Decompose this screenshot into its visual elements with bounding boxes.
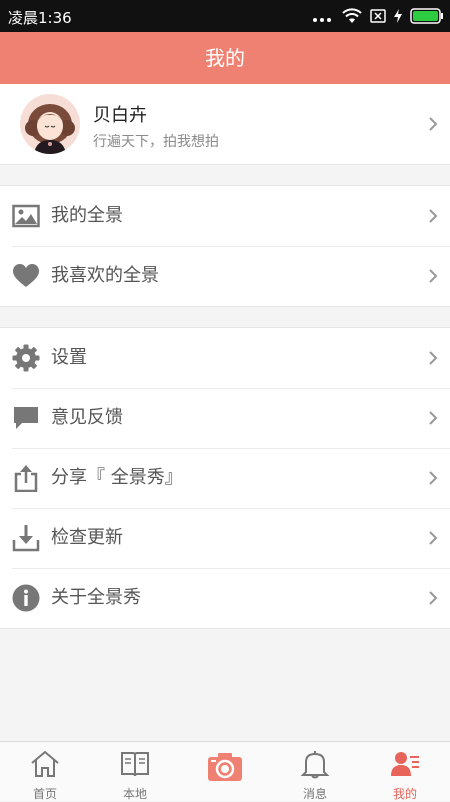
menu-item-my-panoramas[interactable]: 我的全景 [0, 186, 450, 246]
tab-home[interactable]: 首页 [0, 742, 90, 801]
page-title: 我的 [0, 32, 450, 84]
menu-item-label: 检查更新 [51, 527, 123, 548]
chat-icon [14, 407, 38, 429]
profile-signature: 行遍天下，拍我想拍 [93, 134, 219, 150]
battery-icon [410, 8, 443, 24]
menu-item-liked-panoramas[interactable]: 我喜欢的全景 [0, 246, 450, 306]
tab-label: 本地 [122, 787, 147, 801]
tab-camera[interactable] [180, 742, 270, 801]
menu-group-app: 设置 意见反馈 分享『 全景秀』 检查更新 关于全景秀 [0, 327, 450, 629]
tab-local[interactable]: 本地 [90, 742, 180, 801]
share-icon [14, 465, 38, 492]
menu-item-label: 分享『 全景秀』 [51, 467, 183, 488]
chevron-right-icon [429, 269, 438, 283]
bottom-tab-bar: 首页 本地 消息 我的 [0, 741, 450, 801]
tab-mine[interactable]: 我的 [360, 742, 450, 801]
bell-icon [300, 751, 330, 779]
menu-item-settings[interactable]: 设置 [0, 328, 450, 388]
profile-icon [391, 752, 419, 776]
tab-label: 首页 [32, 787, 57, 801]
avatar[interactable] [20, 94, 80, 154]
menu-item-share[interactable]: 分享『 全景秀』 [0, 448, 450, 508]
profile-name: 贝白卉 [93, 105, 147, 126]
no-sim-icon [370, 9, 386, 23]
menu-item-label: 关于全景秀 [51, 587, 141, 608]
chevron-right-icon [429, 591, 438, 605]
home-icon [31, 750, 59, 777]
chevron-right-icon [429, 531, 438, 545]
tab-label: 我的 [392, 787, 417, 801]
menu-group-gallery: 我的全景 我喜欢的全景 [0, 185, 450, 307]
heart-icon [13, 264, 39, 287]
chevron-right-icon [429, 209, 438, 223]
tab-messages[interactable]: 消息 [270, 742, 360, 801]
status-time: 凌晨1:36 [8, 9, 72, 27]
tab-label: 消息 [302, 787, 327, 801]
menu-item-check-update[interactable]: 检查更新 [0, 508, 450, 568]
more-dots-icon [313, 7, 334, 26]
book-icon [121, 752, 149, 777]
gear-icon [12, 344, 40, 372]
menu-item-label: 意见反馈 [51, 407, 123, 428]
chevron-right-icon [429, 471, 438, 485]
status-bar: 凌晨1:36 [0, 0, 450, 32]
charging-icon [394, 9, 402, 23]
image-icon [12, 204, 40, 228]
chevron-right-icon [429, 351, 438, 365]
camera-icon [208, 753, 242, 781]
download-icon [12, 525, 40, 552]
wifi-icon [342, 8, 362, 23]
menu-item-about[interactable]: 关于全景秀 [0, 568, 450, 628]
chevron-right-icon [429, 411, 438, 425]
menu-item-label: 我喜欢的全景 [51, 265, 159, 286]
menu-item-label: 设置 [51, 347, 87, 368]
chevron-right-icon [429, 117, 438, 131]
menu-item-feedback[interactable]: 意见反馈 [0, 388, 450, 448]
info-icon [12, 584, 40, 612]
profile-card[interactable]: 贝白卉 行遍天下，拍我想拍 [0, 84, 450, 165]
menu-item-label: 我的全景 [51, 205, 123, 226]
